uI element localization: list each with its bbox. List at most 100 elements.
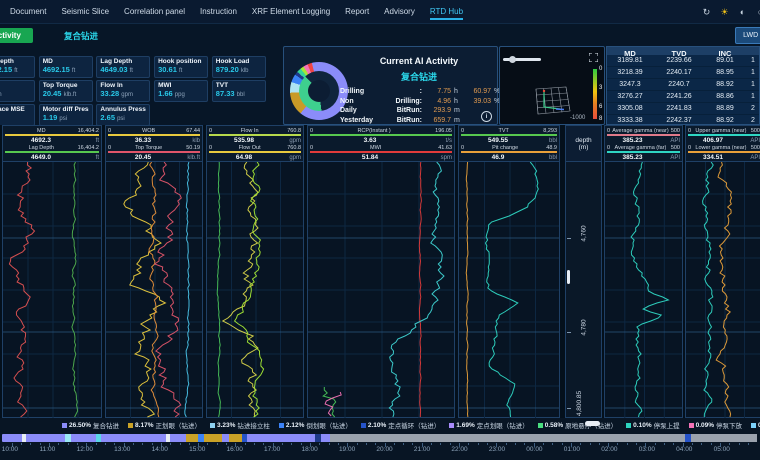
time-label: 13:00 [114,446,130,453]
curve-name: MWI [313,145,438,151]
timeline-tick [291,443,292,445]
contrast-icon[interactable]: ◐ [737,7,748,17]
param-card-motor-diff-pressure: Motor diff Pressure1.19 psi [39,104,93,125]
curve-scale-row: MD16,404.2 [5,127,99,134]
legend-item[interactable]: 3.23%钻进接立柱 [210,420,270,430]
tab-activity[interactable]: Activity [0,28,33,43]
colorbar-tick: 3 [599,85,602,91]
legend-pct: 3.23% [217,422,235,429]
timeline-tick [114,443,115,445]
legend-item[interactable]: 0.58%原地悬停（钻进） [538,420,617,430]
history-icon[interactable]: ↻ [701,7,712,18]
curve-color-rule [688,134,760,136]
depth-axis-header: depth(m) [565,125,602,162]
lwd-data-button[interactable]: LWD Data [735,27,760,44]
track-body[interactable] [458,162,560,418]
legend-item[interactable]: 2.10%定点循环（钻进） [361,420,440,430]
curve-value: 406.97 [688,137,738,144]
menu-item-document[interactable]: Document [10,1,46,22]
track-body[interactable] [685,162,760,418]
menu-item-correlation-panel[interactable]: Correlation panel [124,1,185,22]
track-body[interactable] [206,162,304,418]
track-body[interactable] [105,162,203,418]
curve-value: 20.45 [108,154,178,161]
track-body[interactable] [604,162,683,418]
timeline-tick [636,443,637,445]
timeline-tick [552,443,553,445]
menu-item-rtd-hub[interactable]: RTD Hub [430,1,463,22]
legend-item[interactable]: 1.69%定点划眼（钻进） [449,420,528,430]
menu-item-xrf-element-logging[interactable]: XRF Element Logging [252,1,330,22]
track-header[interactable]: 0TVT8,293549.55bbl0Pit change48.946.9bbl [458,125,560,162]
table-row[interactable]: 3218.392240.1788.951 [607,67,759,79]
viewer-slider[interactable] [503,58,541,61]
legend-item[interactable]: 0.10%停泵上提 [626,420,679,430]
track-header[interactable]: MD16,404.24692.3ftLag Depth16,404.24649.… [2,125,102,162]
curve-name: Pit change [464,145,546,151]
curve-scale-row: 0Upper gamma (near)500 [688,127,760,134]
viewer-slider-handle[interactable] [509,56,516,63]
time-label: 20:00 [376,446,392,453]
legend-scrollbar[interactable] [585,421,600,426]
activity-donut-hole [308,80,330,102]
activity-timeline-bar[interactable] [2,434,758,442]
scale-label: -1000 [570,115,585,121]
ai-activity-stats: Drilling:7.75h60.97%NonDrilling:4.96h39.… [340,87,504,125]
menu-item-report[interactable]: Report [345,1,369,22]
table-row[interactable]: 3276.272241.2688.861 [607,91,759,103]
log-curve [323,387,336,417]
param-card-hook-load: Hook Load879.20 klb [212,56,266,78]
wellbore-3d-cube[interactable] [530,83,572,117]
timeline-tick [748,443,749,445]
table-cell: 89.01 [705,57,745,64]
sun-icon[interactable]: ☀ [719,7,730,18]
settings-icon[interactable]: ○ [755,7,760,17]
fullscreen-icon[interactable] [589,53,598,62]
track-body[interactable] [2,162,102,418]
legend-item[interactable]: 2.12%倒划眼（钻进） [279,420,352,430]
legend-item[interactable]: 0.09%循环下放（钻进） [751,420,760,430]
menu-item-seismic-slice[interactable]: Seismic Slice [61,1,109,22]
table-row[interactable]: 3247.32240.788.921 [607,79,759,91]
curve-color-rule [5,134,99,136]
curve-scale-row: 0Average gamma (near)500 [607,127,680,134]
curve-unit: gpm [279,155,301,161]
timeline-segment [229,434,243,442]
table-row[interactable]: 3333.382242.3788.922 [607,115,759,125]
param-card-rpm: RPM0 rpm [0,80,35,102]
track-body[interactable] [307,162,455,418]
legend-swatch [361,423,366,428]
log-track-1: MD16,404.24692.3ftLag Depth16,404.24649.… [2,125,102,418]
trajectory-3d-panel: -1000 0368 [499,46,605,125]
tab-mode[interactable]: 复合钻进 [64,30,98,42]
track-header[interactable]: 0Average gamma (near)500385.23API0Averag… [604,125,683,162]
legend-item[interactable]: 0.09%停泵下放 [689,420,742,430]
table-row[interactable]: 3189.812239.6689.011 [607,55,759,67]
legend-swatch [449,423,454,428]
curve-max: 16,404.2 [78,145,99,151]
track-header[interactable]: 0Flow In760.8535.98gpm0Flow Out760.864.9… [206,125,304,162]
timeline-tick [180,443,181,445]
curve-value-row: 3.63t/s [310,137,452,144]
track-header[interactable]: 0WOB67.4436.33klb0Top Torque50.1920.45kl… [105,125,203,162]
track-header[interactable]: 0RCP(Instant )196.053.63t/s0MWI41.6351.8… [307,125,455,162]
track-header[interactable]: 0Upper gamma (near)500406.97API0Lower ga… [685,125,760,162]
legend-item[interactable]: 8.17%正划眼（钻进） [128,420,201,430]
card-label: Annulus Pressure... [100,106,146,113]
curve-color-rule [209,151,301,153]
depth-scrollbar[interactable] [567,270,570,284]
menu-item-advisory[interactable]: Advisory [384,1,415,22]
timeline-tick [450,443,451,445]
timeline-tick [189,443,190,445]
legend-item[interactable]: 26.50%复合钻进 [62,420,119,430]
card-value: 4692.15 ft [0,65,31,74]
curve-value-row: 406.97API [688,137,760,144]
colorbar [593,69,597,119]
table-cell: 1 [745,81,760,88]
info-icon[interactable]: i [481,111,492,122]
curve-unit: spm [430,155,452,161]
table-row[interactable]: 3305.082241.8388.892 [607,103,759,115]
legend-swatch [751,423,756,428]
menu-item-instruction[interactable]: Instruction [200,1,237,22]
curve-unit: API [738,155,760,161]
